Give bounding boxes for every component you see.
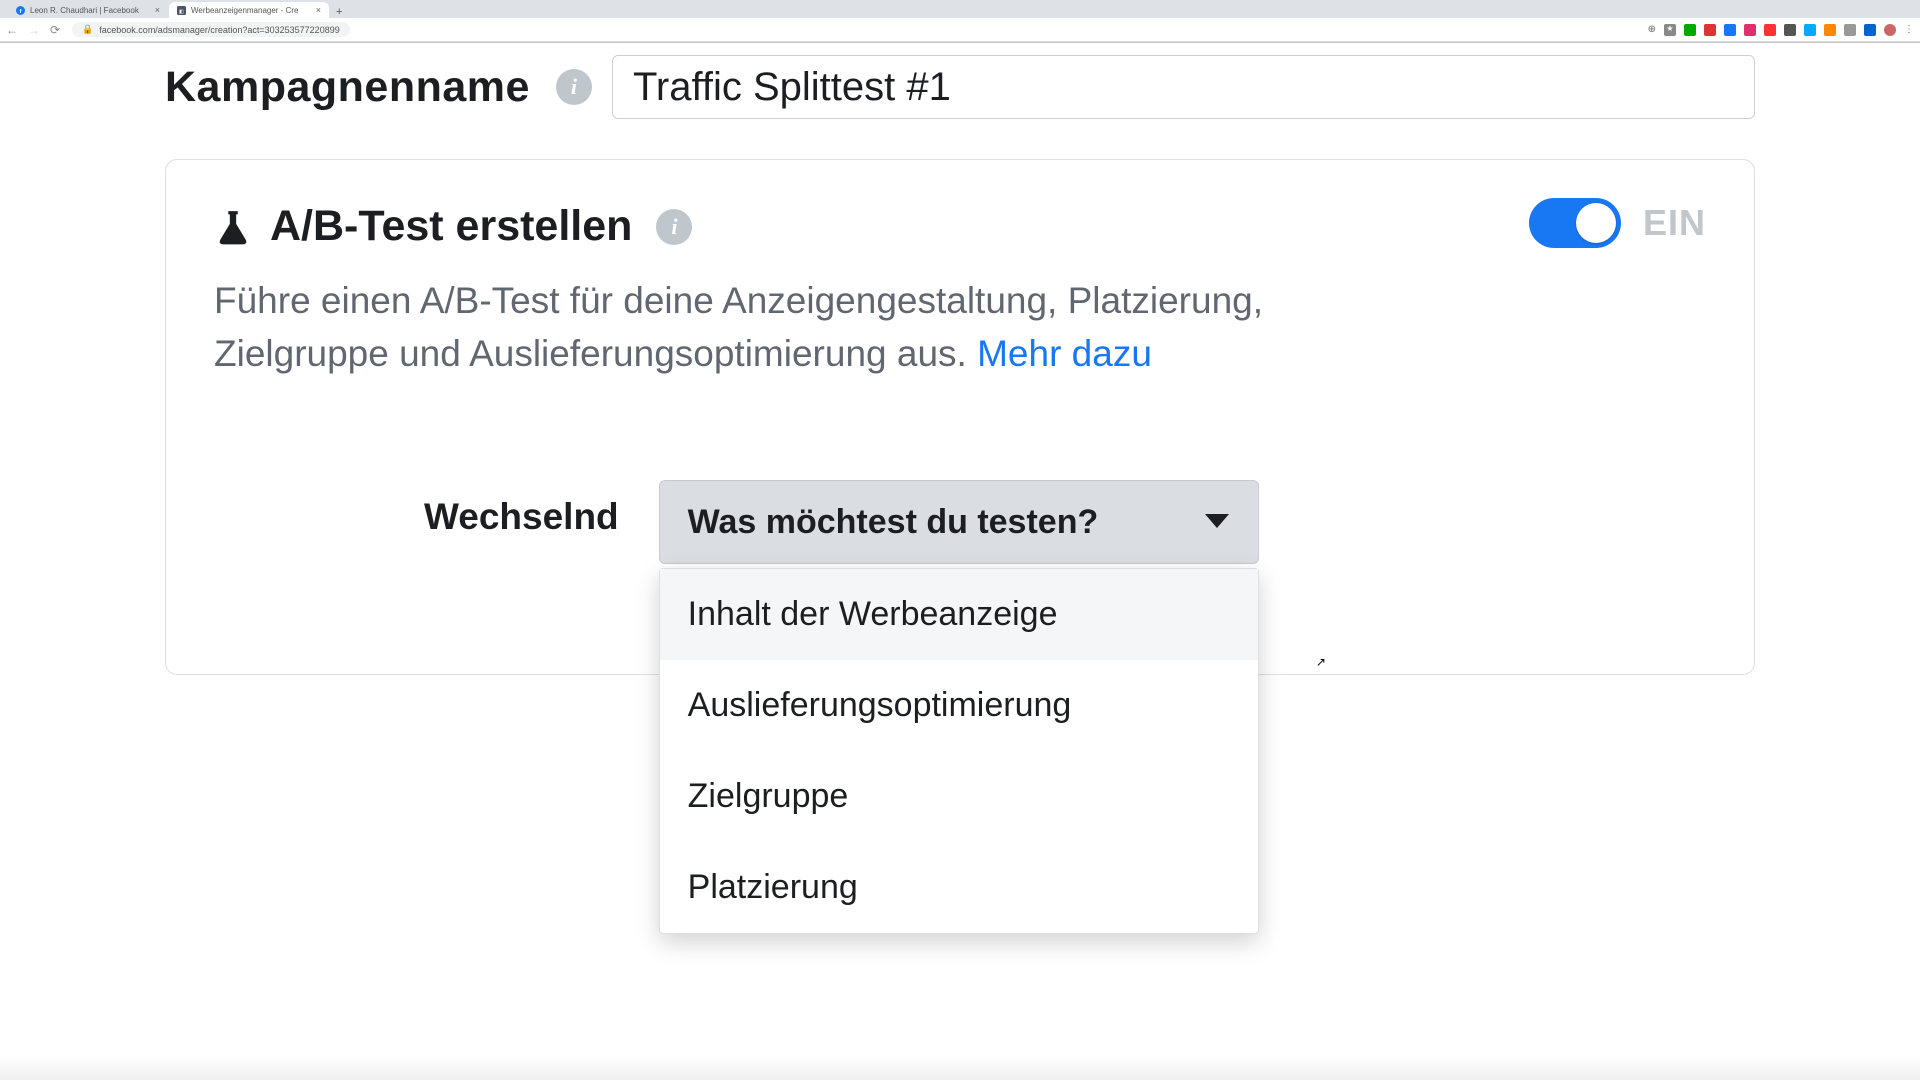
extension-icon[interactable] <box>1804 24 1816 36</box>
menu-icon[interactable]: ⋮ <box>1904 24 1914 35</box>
extension-icon[interactable] <box>1704 24 1716 36</box>
dropdown-option[interactable]: Auslieferungsoptimierung <box>660 660 1258 751</box>
extension-icon[interactable] <box>1764 24 1776 36</box>
ab-test-description: Führe einen A/B-Test für deine Anzeigeng… <box>214 275 1284 380</box>
forward-icon[interactable]: → <box>28 23 40 37</box>
extension-icon[interactable] <box>1844 24 1856 36</box>
toggle-state-label: EIN <box>1643 202 1706 244</box>
extension-icon[interactable] <box>1824 24 1836 36</box>
close-icon[interactable]: × <box>316 5 321 15</box>
address-bar: ← → ⟳ 🔒 facebook.com/adsmanager/creation… <box>0 18 1920 42</box>
tab-title: Werbeanzeigenmanager - Cre <box>191 6 298 15</box>
tab-title: Leon R. Chaudhari | Facebook <box>30 6 139 15</box>
extension-icon[interactable] <box>1724 24 1736 36</box>
campaign-name-row: Kampagnenname i <box>165 55 1755 119</box>
campaign-name-label: Kampagnenname <box>165 63 530 112</box>
flask-icon <box>214 208 252 246</box>
url-field[interactable]: 🔒 facebook.com/adsmanager/creation?act=3… <box>72 22 350 37</box>
toggle-knob <box>1576 203 1616 243</box>
caret-down-icon <box>1204 513 1230 531</box>
info-icon[interactable]: i <box>556 69 592 105</box>
extension-icon[interactable] <box>1684 24 1696 36</box>
learn-more-link[interactable]: Mehr dazu <box>977 333 1152 374</box>
card-header: A/B-Test erstellen i <box>214 202 1706 251</box>
svg-text:f: f <box>20 8 22 14</box>
ab-test-title: A/B-Test erstellen <box>270 202 632 251</box>
avatar[interactable] <box>1884 24 1896 36</box>
dropdown-option[interactable]: Platzierung <box>660 842 1258 933</box>
extension-icon[interactable] <box>1784 24 1796 36</box>
reload-icon[interactable]: ⟳ <box>50 23 60 37</box>
url-text: facebook.com/adsmanager/creation?act=303… <box>99 25 339 35</box>
page-content: Kampagnenname i A/B-Test erstellen i EIN… <box>0 43 1920 675</box>
variable-select-row: Wechselnd Was möchtest du testen? Inhalt… <box>214 480 1706 564</box>
campaign-name-input[interactable] <box>612 55 1755 119</box>
test-variable-dropdown: Inhalt der Werbeanzeige Auslieferungsopt… <box>659 568 1259 934</box>
extension-icon[interactable]: ★ <box>1664 24 1676 36</box>
back-icon[interactable]: ← <box>6 23 18 37</box>
close-icon[interactable]: × <box>155 5 160 15</box>
extension-icon[interactable] <box>1744 24 1756 36</box>
browser-tab[interactable]: f Leon R. Chaudhari | Facebook × <box>8 2 168 18</box>
extension-tray: ⊕ ★ ⋮ <box>1648 24 1914 36</box>
new-tab-button[interactable]: + <box>330 6 348 18</box>
extension-icon[interactable] <box>1864 24 1876 36</box>
ab-test-toggle[interactable] <box>1529 198 1621 248</box>
lock-icon: 🔒 <box>82 24 93 35</box>
svg-text:◧: ◧ <box>179 8 184 14</box>
facebook-favicon: f <box>16 6 25 15</box>
test-variable-select[interactable]: Was möchtest du testen? <box>659 480 1259 564</box>
ab-test-card: A/B-Test erstellen i EIN Führe einen A/B… <box>165 159 1755 675</box>
dropdown-option[interactable]: Inhalt der Werbeanzeige <box>660 569 1258 660</box>
info-icon[interactable]: i <box>656 209 692 245</box>
browser-tab[interactable]: ◧ Werbeanzeigenmanager - Cre × <box>169 2 329 18</box>
tab-strip: f Leon R. Chaudhari | Facebook × ◧ Werbe… <box>0 0 1920 18</box>
browser-chrome: f Leon R. Chaudhari | Facebook × ◧ Werbe… <box>0 0 1920 43</box>
ads-favicon: ◧ <box>177 6 186 15</box>
zoom-icon[interactable]: ⊕ <box>1648 24 1656 35</box>
bottom-shadow <box>0 1056 1920 1080</box>
alternating-label: Wechselnd <box>424 480 619 538</box>
select-placeholder: Was möchtest du testen? <box>688 503 1099 542</box>
dropdown-option[interactable]: Zielgruppe <box>660 751 1258 842</box>
